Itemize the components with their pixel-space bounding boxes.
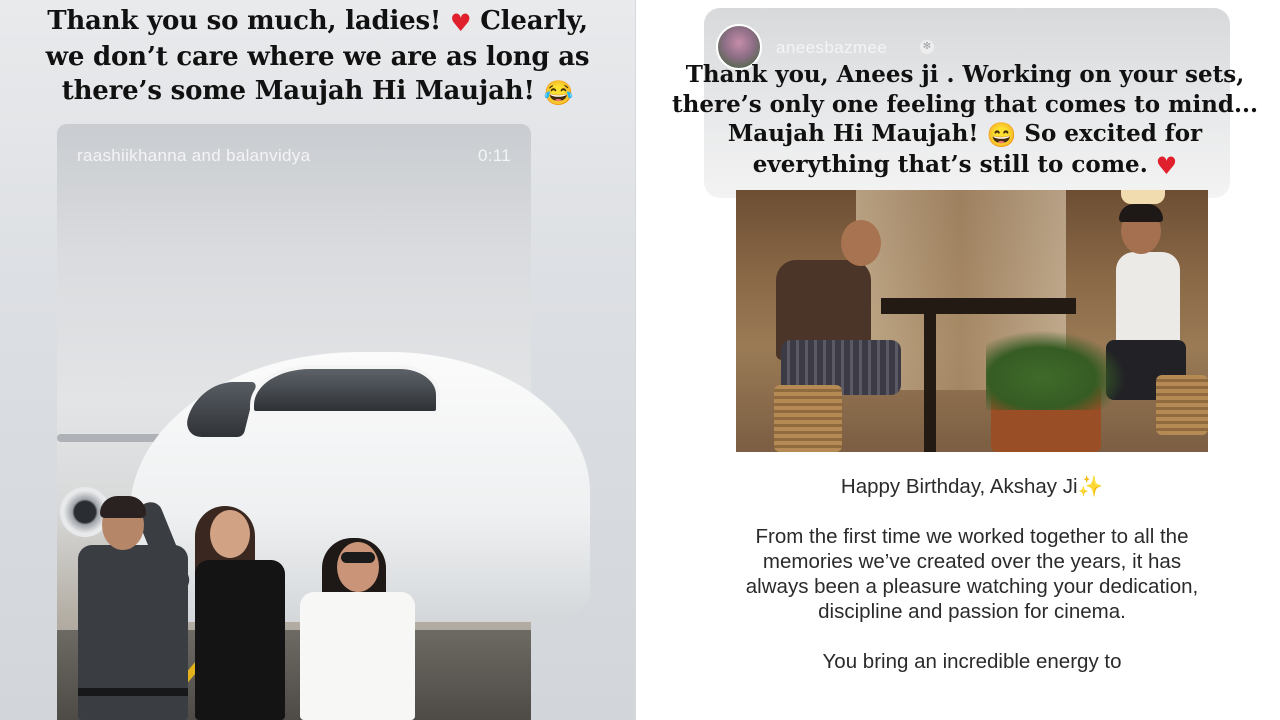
- reshare-header: raashiikhanna and balanvidya 0:11: [77, 146, 511, 170]
- caption-line-1: Thank you so much, ladies!: [47, 6, 442, 36]
- jet-cockpit-window: [250, 365, 440, 415]
- right-story: aneesbazmee ✻ Thank you, Anees ji . Work…: [636, 0, 1280, 720]
- right-story-caption: Thank you, Anees ji . Working on your se…: [670, 60, 1260, 180]
- post-username[interactable]: aneesbazmee: [776, 38, 887, 58]
- caption-line-3: there’s some Maujah Hi Maujah!: [61, 76, 535, 106]
- post-caption-text: Happy Birthday, Akshay Ji✨ From the firs…: [736, 474, 1208, 699]
- sparkles-icon: ✨: [1077, 475, 1104, 498]
- grinning-face-icon: 😄: [986, 120, 1017, 149]
- caption-line-1b: Clearly,: [480, 6, 588, 36]
- caption-line-2: there’s only one feeling that comes to m…: [671, 90, 1259, 118]
- heart-icon: ♥: [450, 8, 472, 37]
- video-timer: 0:11: [477, 146, 511, 165]
- post-paragraph-1: From the first time we worked together t…: [745, 525, 1199, 623]
- post-paragraph-2: You bring an incredible energy to: [822, 650, 1122, 673]
- caption-line-3b: So excited for: [1024, 120, 1203, 147]
- heart-icon: ♥: [1155, 150, 1178, 180]
- laughing-face-icon: 😂: [543, 78, 574, 107]
- caption-line-1: Thank you, Anees ji . Working on your se…: [685, 61, 1245, 88]
- caption-line-4: everything that’s still to come.: [752, 150, 1148, 178]
- reshare-accounts[interactable]: raashiikhanna and balanvidya: [77, 146, 310, 170]
- verified-icon: ✻: [920, 40, 934, 54]
- post-heading: Happy Birthday, Akshay Ji: [840, 475, 1078, 498]
- caption-line-3: Maujah Hi Maujah!: [727, 120, 979, 147]
- film-set-photo[interactable]: [736, 190, 1208, 452]
- left-story-caption: Thank you so much, ladies! ♥ Clearly, we…: [10, 4, 625, 110]
- caption-line-2: we don’t care where we are as long as: [45, 42, 590, 72]
- left-story: Thank you so much, ladies! ♥ Clearly, we…: [0, 0, 635, 720]
